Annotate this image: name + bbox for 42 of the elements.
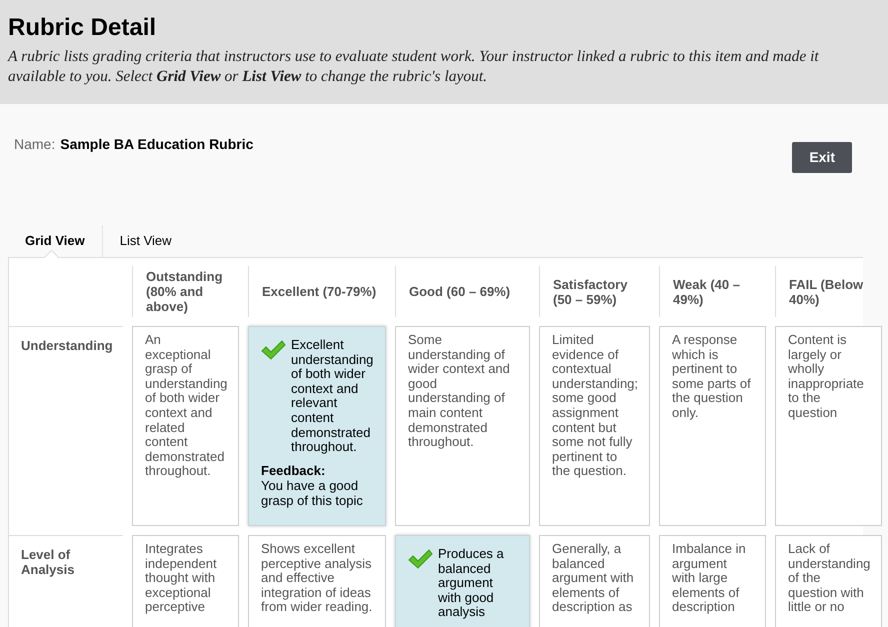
criterion-label: Level of Analysis [21, 547, 76, 577]
level-heading: FAIL (Below 40%) [789, 276, 864, 306]
rubric-name: Sample BA Education Rubric [60, 135, 254, 154]
criterion-description: A response which is pertinent to some parts of the question only. [672, 333, 752, 421]
criterion-description: Content is largely or wholly inappropriate to the question [788, 333, 865, 421]
criterion-description: Some understanding of wider context and good understanding of main content demonstrated throughout. [408, 333, 511, 450]
criterion-description: An exceptional grasp of understanding of both wider context and related content demonstrated throughout. [145, 333, 228, 479]
rubric-cell[interactable]: An exceptional grasp of understanding of both wider context and related content demonstrated throughout. [132, 326, 239, 526]
criterion-description: Generally, a balanced argument with elements of description as [552, 542, 635, 615]
rubric-cell[interactable]: A response which is pertinent to some parts of the question only. [659, 326, 766, 526]
check-icon [261, 340, 286, 360]
exit-button[interactable]: Exit [792, 142, 852, 173]
criterion-description: Produces a balanced argument with good analysis [438, 547, 505, 620]
criterion-label: Understanding [21, 338, 111, 353]
view-tab[interactable]: List View [102, 225, 189, 257]
criterion-description: Lack of understanding of the question with little or no [788, 542, 870, 615]
criterion-description: Excellent understanding of both wider context and relevant content demonstrated throughout. [291, 338, 374, 455]
rubric-cell[interactable]: Limited evidence of contextual understanding; some good assignment content but some not fully pertinent to the question. [539, 326, 650, 526]
page-description: A rubric lists grading criteria that instructors use to evaluate student work. Your instructor linked a rubric to this item and made it available to you. Select Grid View or List View to change the rubric's layout. [8, 47, 820, 87]
rubric-cell[interactable]: Lack of understanding of the question with little or no [775, 535, 882, 627]
rubric-cell[interactable]: Produces a balanced argument with good analysis [395, 535, 530, 627]
check-icon [408, 549, 433, 569]
level-heading: Good (60 – 69%) [409, 284, 510, 299]
level-heading: Excellent (70-79%) [262, 284, 376, 299]
feedback-text: You have a good grasp of this topic [261, 478, 364, 508]
criterion-description: Imbalance in argument with large elements of description [672, 542, 747, 615]
level-heading: Outstanding (80% and above) [146, 269, 224, 314]
rubric-cell[interactable]: Imbalance in argument with large elements of description [659, 535, 766, 627]
name-label: Name: [14, 135, 56, 154]
criterion-description: Shows excellent perceptive analysis and effective integration of ideas from wider reading. [261, 542, 373, 615]
rubric-cell[interactable]: Excellent understanding of both wider context and relevant content demonstrated throughout. Feedback: You have a good grasp of this topic [248, 326, 386, 526]
rubric-cell[interactable]: Some understanding of wider context and good understanding of main content demonstrated throughout. [395, 326, 530, 526]
criterion-description: Limited evidence of contextual understanding; some good assignment content but some not fully pertinent to the question. [552, 333, 638, 479]
level-heading: Weak (40 – 49%) [673, 276, 741, 306]
rubric-cell[interactable]: Generally, a balanced argument with elements of description as [539, 535, 650, 627]
level-heading: Satisfactory (50 – 59%) [553, 276, 628, 306]
page-title: Rubric Detail [8, 13, 158, 43]
rubric-cell[interactable]: Shows excellent perceptive analysis and effective integration of ideas from wider reading. [248, 535, 386, 627]
rubric-cell[interactable]: Content is largely or wholly inappropriate to the question [775, 326, 882, 526]
feedback-label: Feedback: [261, 462, 326, 478]
criterion-description: Integrates independent thought with exceptional perceptive [145, 542, 218, 615]
rubric-cell[interactable]: Integrates independent thought with exceptional perceptive [132, 535, 239, 627]
